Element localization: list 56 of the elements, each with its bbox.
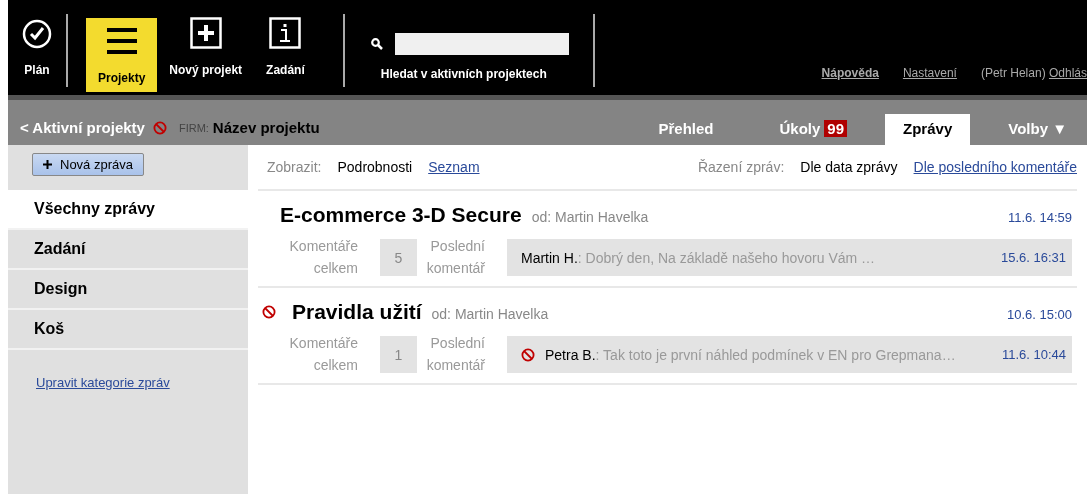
tab[interactable]: Úkoly 99 — [763, 114, 864, 145]
active-option[interactable]: Podrobnosti — [337, 159, 413, 175]
settings-link[interactable]: Nastavení — [902, 66, 957, 80]
comment-date: 11.6. 10:44 — [1001, 347, 1066, 362]
category-item[interactable]: Všechny zprávy — [8, 190, 248, 230]
comment-author: Martin H. — [521, 249, 578, 266]
comment-date: 15.6. 16:31 — [1000, 250, 1066, 265]
tab[interactable]: Volby ▼ — [992, 114, 1083, 145]
plus-icon — [43, 160, 52, 169]
message-date: 10.6. 15:00 — [1006, 307, 1072, 322]
logout-link[interactable]: Odhlás — [1048, 66, 1087, 80]
nav-item[interactable]: Projekty — [86, 18, 158, 92]
tab[interactable]: Přehled — [642, 114, 730, 145]
last-comment[interactable]: Petra B.: Tak toto je první náhled podmínek v EN pro Grepmana… 11.6. 10:44 — [507, 336, 1072, 373]
check-circle-icon — [22, 18, 52, 49]
search-icon — [370, 38, 383, 50]
nav-item[interactable]: Plán — [8, 18, 66, 92]
message-title[interactable]: E-commerce 3-D Secure — [280, 203, 522, 227]
firm-label: FIRM: — [178, 121, 209, 134]
message-date: 11.6. 14:59 — [1007, 210, 1072, 225]
category-item[interactable]: Zadání — [8, 230, 248, 270]
option-link[interactable]: Seznam — [428, 159, 480, 175]
plus-box-icon — [189, 17, 222, 49]
last-comment-label: Poslední komentář — [425, 334, 485, 373]
category-item[interactable]: Design — [8, 270, 248, 310]
comment-author: Petra B. — [545, 346, 596, 363]
tab[interactable]: Zprávy — [885, 114, 971, 145]
comment-count-label: Komentáře celkem — [288, 334, 358, 373]
nav-item[interactable]: Zadání — [254, 18, 317, 92]
new-message-button[interactable]: Nová zpráva — [32, 153, 144, 176]
message-author: od: Martin Havelka — [431, 306, 549, 322]
user-name: (Petr Helan) — [980, 66, 1046, 80]
comment-count: 5 — [380, 239, 417, 276]
option-link[interactable]: Dle posledního komentáře — [913, 159, 1077, 175]
message-title[interactable]: Pravidla užití — [292, 300, 422, 324]
comment-excerpt: : Tak toto je první náhled podmínek v EN pro Grepmana… — [595, 346, 956, 363]
last-comment-label: Poslední komentář — [425, 237, 485, 276]
category-item[interactable]: Koš — [8, 310, 248, 350]
nav-item[interactable]: Nový projekt — [157, 18, 255, 92]
menu-icon — [106, 26, 137, 56]
sort-label: Řazení zpráv: — [697, 159, 785, 175]
info-box-icon — [269, 17, 302, 49]
view-label: Zobrazit: — [267, 159, 322, 175]
last-comment[interactable]: Martin H.: Dobrý den, Na základě našeho hovoru Vám … 15.6. 16:31 — [507, 239, 1072, 276]
help-link[interactable]: Nápověda — [821, 66, 879, 80]
count-badge: 99 — [824, 120, 848, 137]
back-link[interactable]: < Aktivní projekty — [20, 119, 145, 136]
edit-categories-link[interactable]: Upravit kategorie zpráv — [36, 375, 170, 390]
active-option[interactable]: Dle data zprávy — [800, 159, 898, 175]
comment-count-label: Komentáře celkem — [288, 237, 358, 276]
comment-excerpt: : Dobrý den, Na základě našeho hovoru Vám … — [577, 249, 876, 266]
search-label: Hledat v aktivních projektech — [380, 67, 548, 81]
project-name: Název projektu — [212, 119, 320, 136]
comment-count: 1 — [380, 336, 417, 373]
search-field[interactable] — [394, 33, 569, 55]
message-author: od: Martin Havelka — [531, 209, 649, 225]
